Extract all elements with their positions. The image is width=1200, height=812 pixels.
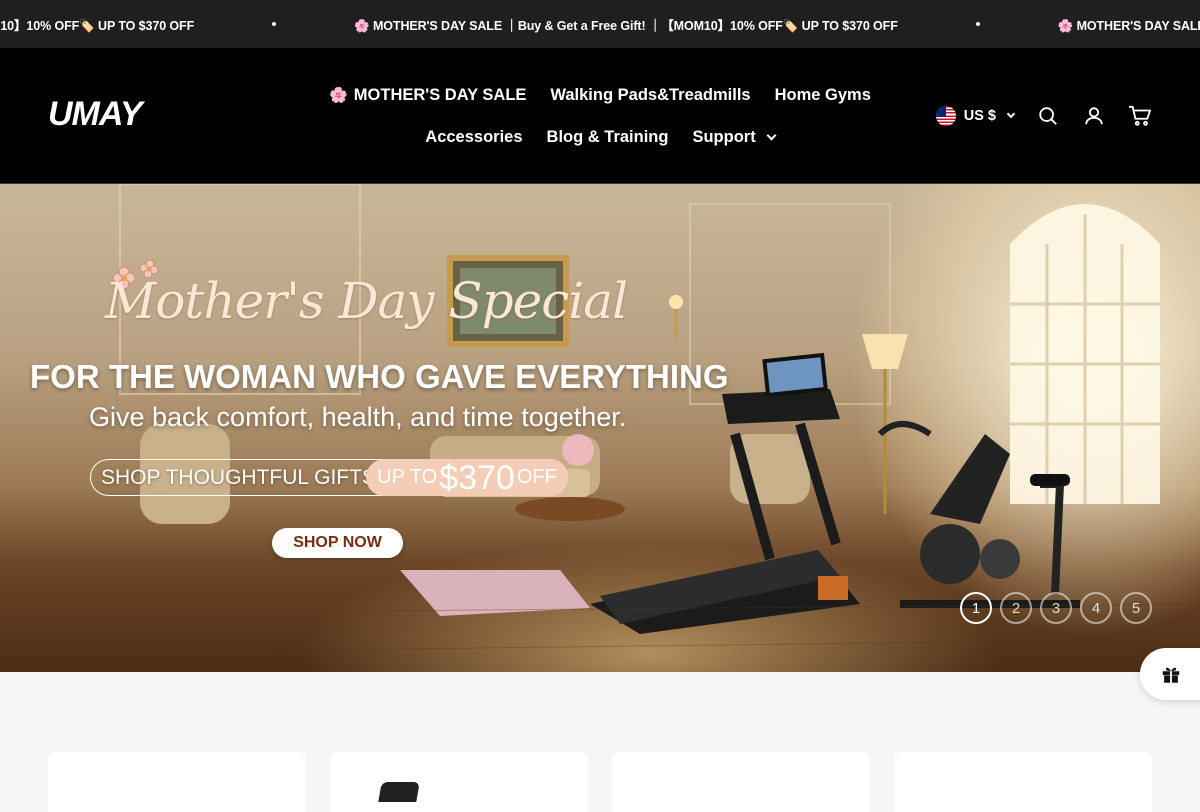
pill-label: SHOP THOUGHTFUL GIFTS xyxy=(101,465,376,489)
currency-label: US $ xyxy=(963,108,996,124)
product-card[interactable] xyxy=(612,752,870,812)
hero-script-title: Mother's Day Special xyxy=(105,272,628,330)
account-icon[interactable] xyxy=(1082,104,1106,128)
us-flag-icon xyxy=(935,106,956,126)
umay-logo[interactable]: UMAY xyxy=(48,95,170,133)
header-actions: US $ xyxy=(935,100,1152,132)
separator-dot xyxy=(272,22,277,26)
nav-mothers-day-sale[interactable]: 🌸 MOTHER'S DAY SALE xyxy=(329,86,526,105)
currency-selector[interactable]: US $ xyxy=(935,106,1016,126)
main-nav: 🌸 MOTHER'S DAY SALE Walking Pads&Treadmi… xyxy=(320,74,880,158)
nav-row-1: 🌸 MOTHER'S DAY SALE Walking Pads&Treadmi… xyxy=(320,74,880,116)
product-card[interactable] xyxy=(894,752,1152,812)
offer-suffix: OFF xyxy=(516,466,557,488)
site-header: UMAY 🌸 MOTHER'S DAY SALE Walking Pads&Tr… xyxy=(0,48,1200,184)
nav-home-gyms[interactable]: Home Gyms xyxy=(775,86,871,105)
offer-badge: UP TO $370 OFF xyxy=(366,459,568,496)
nav-accessories[interactable]: Accessories xyxy=(425,128,522,147)
nav-blog-training[interactable]: Blog & Training xyxy=(547,128,669,147)
chevron-down-icon xyxy=(1006,109,1016,119)
announcement-bar: M10】10% OFF🏷️ UP TO $370 OFF 🌸 MOTHER'S … xyxy=(0,0,1200,48)
chevron-down-icon xyxy=(766,130,777,140)
offer-amount: $370 xyxy=(439,458,515,497)
search-icon[interactable] xyxy=(1036,104,1060,128)
product-card[interactable] xyxy=(48,752,306,812)
nav-label: MOTHER'S DAY SALE xyxy=(353,85,527,104)
hero-headline: FOR THE WOMAN WHO GAVE EVERYTHING xyxy=(30,358,729,395)
slide-dot-2[interactable]: 2 xyxy=(1000,592,1032,624)
logo-text: UMAY xyxy=(48,98,146,130)
nav-label: Home Gyms xyxy=(774,85,871,104)
slide-dot-3[interactable]: 3 xyxy=(1040,592,1072,624)
nav-row-2: Accessories Blog & Training Support xyxy=(320,116,880,158)
nav-walking-pads-treadmills[interactable]: Walking Pads&Treadmills xyxy=(550,86,750,105)
slide-pagination: 1 2 3 4 5 xyxy=(960,592,1152,624)
nav-label: Support xyxy=(692,127,756,146)
slide-dot-1[interactable]: 1 xyxy=(960,592,992,624)
separator-dot xyxy=(975,22,980,26)
shop-now-button[interactable]: SHOP NOW xyxy=(272,528,403,558)
nav-support[interactable]: Support xyxy=(692,127,777,147)
slide-dot-5[interactable]: 5 xyxy=(1120,592,1152,624)
nav-label: Blog & Training xyxy=(546,127,669,146)
slide-dot-4[interactable]: 4 xyxy=(1080,592,1112,624)
product-thumbnail xyxy=(378,782,420,802)
nav-label: Walking Pads&Treadmills xyxy=(550,85,751,104)
product-card-row xyxy=(48,752,1152,812)
announcement-item[interactable]: M10】10% OFF🏷️ UP TO $370 OFF xyxy=(0,15,194,34)
gift-button[interactable] xyxy=(1140,648,1200,700)
offer-prefix: UP TO xyxy=(377,466,438,488)
hero-banner[interactable]: Mother's Day Special FOR THE WOMAN WHO G… xyxy=(0,184,1200,672)
nav-label: Accessories xyxy=(425,127,523,146)
hero-subheadline: Give back comfort, health, and time toge… xyxy=(89,402,627,432)
announcement-item[interactable]: 🌸 MOTHER'S DAY SALE ｜Buy & Get a Free Gi… xyxy=(354,15,898,34)
cart-icon[interactable] xyxy=(1128,104,1152,128)
flower-icon: 🌸 xyxy=(329,87,348,104)
gift-offer-pill: SHOP THOUGHTFUL GIFTS UP TO $370 OFF xyxy=(90,459,568,496)
gift-icon xyxy=(1162,667,1180,684)
announcement-track: M10】10% OFF🏷️ UP TO $370 OFF 🌸 MOTHER'S … xyxy=(0,0,1200,48)
announcement-item[interactable]: 🌸 MOTHER'S DAY SALE ｜Buy & Get a xyxy=(1058,15,1200,34)
product-card[interactable] xyxy=(330,752,588,812)
